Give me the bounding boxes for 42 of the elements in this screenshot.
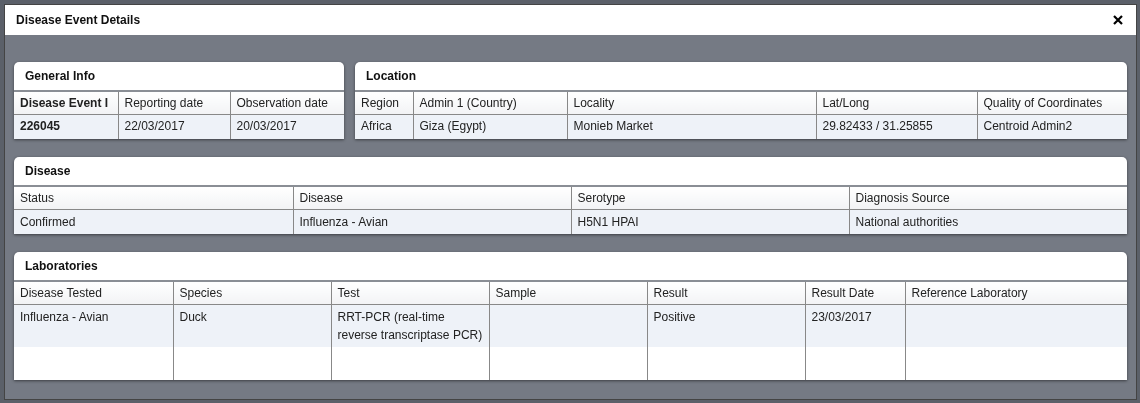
- column-header: Disease: [299, 191, 343, 205]
- column-header: Disease Tested: [20, 286, 102, 300]
- column-header: Result Date: [811, 286, 875, 300]
- table-cell: RRT-PCR (real-time reverse transcriptase PCR): [337, 310, 483, 342]
- table-cell: Positive: [653, 310, 696, 324]
- table-cell: Centroid Admin2: [983, 119, 1073, 133]
- table-cell: Giza (Egypt): [419, 119, 487, 133]
- column-header: Observation date: [236, 96, 328, 110]
- close-icon[interactable]: [1113, 15, 1123, 25]
- column-header: Diagnosis Source: [855, 191, 950, 205]
- table-cell: Monieb Market: [573, 119, 653, 133]
- table-cell: 23/03/2017: [811, 310, 872, 324]
- column-header: Locality: [573, 96, 615, 110]
- column-header: Disease Event I: [20, 96, 109, 110]
- table-cell: Confirmed: [20, 215, 76, 229]
- column-header: Species: [179, 286, 223, 300]
- table-cell: H5N1 HPAI: [577, 215, 639, 229]
- table-cell: Influenza - Avian: [20, 310, 109, 324]
- table-cell: Influenza - Avian: [299, 215, 388, 229]
- column-header: Admin 1 (Country): [419, 96, 517, 110]
- table-cell: Duck: [179, 310, 207, 324]
- table-cell: 22/03/2017: [124, 119, 185, 133]
- window-title: Disease Event Details: [16, 13, 141, 27]
- column-header: Lat/Long: [822, 96, 870, 110]
- panel-title: Location: [366, 69, 416, 83]
- column-header: Region: [361, 96, 400, 110]
- column-header: Test: [337, 286, 360, 300]
- panel-title: General Info: [25, 69, 95, 83]
- column-header: Reference Laboratory: [911, 286, 1028, 300]
- table-cell: 226045: [20, 119, 61, 133]
- column-header: Result: [653, 286, 688, 300]
- panel-title: Laboratories: [25, 259, 98, 273]
- table-cell: 20/03/2017: [236, 119, 297, 133]
- table-cell: 29.82433 / 31.25855: [822, 119, 933, 133]
- panel-title: Disease: [25, 164, 71, 178]
- column-header: Serotype: [577, 191, 626, 205]
- column-header: Sample: [495, 286, 537, 300]
- column-header: Status: [20, 191, 55, 205]
- table-cell: Africa: [361, 119, 392, 133]
- table-cell: National authorities: [855, 215, 959, 229]
- column-header: Reporting date: [124, 96, 204, 110]
- column-header: Quality of Coordinates: [983, 96, 1103, 110]
